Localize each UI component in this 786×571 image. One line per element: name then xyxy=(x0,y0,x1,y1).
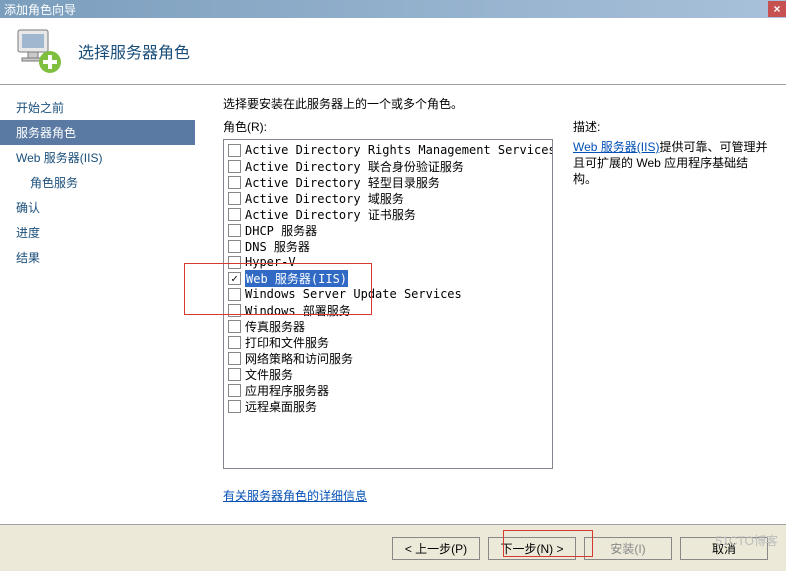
cancel-button[interactable]: 取消 xyxy=(680,537,768,560)
role-checkbox[interactable]: ✓ xyxy=(228,272,241,285)
description-heading: 描述: xyxy=(573,118,772,135)
role-label: Active Directory Rights Management Servi… xyxy=(245,143,553,157)
role-checkbox[interactable] xyxy=(228,224,241,237)
role-row[interactable]: 网络策略和访问服务 xyxy=(226,350,550,366)
window-title: 添加角色向导 xyxy=(4,1,76,18)
sidebar-item-label: 结果 xyxy=(16,251,40,265)
role-row[interactable]: ✓ Web 服务器(IIS) xyxy=(226,270,550,286)
role-label: DNS 服务器 xyxy=(245,238,310,255)
role-checkbox[interactable] xyxy=(228,192,241,205)
sidebar-item-label: 确认 xyxy=(16,201,40,215)
sidebar-item-label: 角色服务 xyxy=(30,176,78,190)
role-row[interactable]: Windows 部署服务 xyxy=(226,302,550,318)
footer: < 上一步(P) 下一步(N) > 安装(I) 取消 xyxy=(0,524,786,571)
role-row[interactable]: Hyper-V xyxy=(226,254,550,270)
role-checkbox[interactable] xyxy=(228,368,241,381)
next-button[interactable]: 下一步(N) > xyxy=(488,537,576,560)
role-label: DHCP 服务器 xyxy=(245,222,317,239)
close-icon: × xyxy=(773,2,780,16)
role-label: 打印和文件服务 xyxy=(245,334,329,351)
role-row[interactable]: DNS 服务器 xyxy=(226,238,550,254)
titlebar: 添加角色向导 × xyxy=(0,0,786,18)
roles-label: 角色(R): xyxy=(223,118,553,135)
sidebar-item[interactable]: 结果 xyxy=(0,245,195,270)
role-label: Windows 部署服务 xyxy=(245,302,351,319)
role-checkbox[interactable] xyxy=(228,384,241,397)
sidebar-item[interactable]: 确认 xyxy=(0,195,195,220)
prev-button[interactable]: < 上一步(P) xyxy=(392,537,480,560)
role-row[interactable]: Active Directory 轻型目录服务 xyxy=(226,174,550,190)
instruction-text: 选择要安装在此服务器上的一个或多个角色。 xyxy=(223,95,778,112)
description-panel: 描述: Web 服务器(IIS)提供可靠、可管理并且可扩展的 Web 应用程序基… xyxy=(573,118,778,516)
role-row[interactable]: Active Directory 证书服务 xyxy=(226,206,550,222)
wizard-icon xyxy=(14,26,64,76)
role-row[interactable]: Active Directory Rights Management Servi… xyxy=(226,142,550,158)
sidebar-item[interactable]: 服务器角色 xyxy=(0,120,195,145)
role-label: 网络策略和访问服务 xyxy=(245,350,353,367)
role-checkbox[interactable] xyxy=(228,400,241,413)
role-row[interactable]: Windows Server Update Services xyxy=(226,286,550,302)
role-checkbox[interactable] xyxy=(228,240,241,253)
role-label: Active Directory 联合身份验证服务 xyxy=(245,158,464,175)
role-checkbox[interactable] xyxy=(228,160,241,173)
description-link[interactable]: Web 服务器(IIS) xyxy=(573,140,659,154)
sidebar: 开始之前服务器角色 Web 服务器(IIS) 角色服务确认进度结果 xyxy=(0,85,195,524)
sidebar-item-label: 开始之前 xyxy=(16,101,64,115)
role-label: Hyper-V xyxy=(245,255,296,269)
role-checkbox[interactable] xyxy=(228,256,241,269)
role-checkbox[interactable] xyxy=(228,144,241,157)
role-checkbox[interactable] xyxy=(228,304,241,317)
install-button: 安装(I) xyxy=(584,537,672,560)
roles-listbox[interactable]: Active Directory Rights Management Servi… xyxy=(223,139,553,469)
role-label: Active Directory 轻型目录服务 xyxy=(245,174,440,191)
role-label: 远程桌面服务 xyxy=(245,398,317,415)
close-button[interactable]: × xyxy=(768,1,786,17)
role-label: Windows Server Update Services xyxy=(245,287,462,301)
role-checkbox[interactable] xyxy=(228,208,241,221)
role-checkbox[interactable] xyxy=(228,320,241,333)
sidebar-item[interactable]: 开始之前 xyxy=(0,95,195,120)
header: 选择服务器角色 xyxy=(0,18,786,85)
role-checkbox[interactable] xyxy=(228,288,241,301)
role-row[interactable]: DHCP 服务器 xyxy=(226,222,550,238)
role-row[interactable]: 打印和文件服务 xyxy=(226,334,550,350)
role-checkbox[interactable] xyxy=(228,336,241,349)
role-label: Active Directory 证书服务 xyxy=(245,206,416,223)
role-row[interactable]: Active Directory 域服务 xyxy=(226,190,550,206)
sidebar-item-label: 进度 xyxy=(16,226,40,240)
description-text: Web 服务器(IIS)提供可靠、可管理并且可扩展的 Web 应用程序基础结构。 xyxy=(573,139,772,188)
role-label: 应用程序服务器 xyxy=(245,382,329,399)
sidebar-item-label: Web 服务器(IIS) xyxy=(16,151,102,165)
sidebar-item[interactable]: Web 服务器(IIS) xyxy=(0,145,195,170)
role-row[interactable]: 传真服务器 xyxy=(226,318,550,334)
role-label: Active Directory 域服务 xyxy=(245,190,404,207)
role-row[interactable]: 远程桌面服务 xyxy=(226,398,550,414)
page-title: 选择服务器角色 xyxy=(78,39,190,63)
role-row[interactable]: Active Directory 联合身份验证服务 xyxy=(226,158,550,174)
sidebar-item[interactable]: 进度 xyxy=(0,220,195,245)
role-row[interactable]: 应用程序服务器 xyxy=(226,382,550,398)
role-checkbox[interactable] xyxy=(228,176,241,189)
role-label: 传真服务器 xyxy=(245,318,305,335)
sidebar-item[interactable]: 角色服务 xyxy=(0,170,195,195)
role-checkbox[interactable] xyxy=(228,352,241,365)
role-label: 文件服务 xyxy=(245,366,293,383)
sidebar-item-label: 服务器角色 xyxy=(16,126,76,140)
body: 开始之前服务器角色 Web 服务器(IIS) 角色服务确认进度结果 选择要安装在此服… xyxy=(0,85,786,524)
main-panel: 选择要安装在此服务器上的一个或多个角色。 角色(R): Active Direc… xyxy=(195,85,786,524)
role-label: Web 服务器(IIS) xyxy=(245,270,348,287)
role-row[interactable]: 文件服务 xyxy=(226,366,550,382)
more-info-link[interactable]: 有关服务器角色的详细信息 xyxy=(223,487,553,504)
